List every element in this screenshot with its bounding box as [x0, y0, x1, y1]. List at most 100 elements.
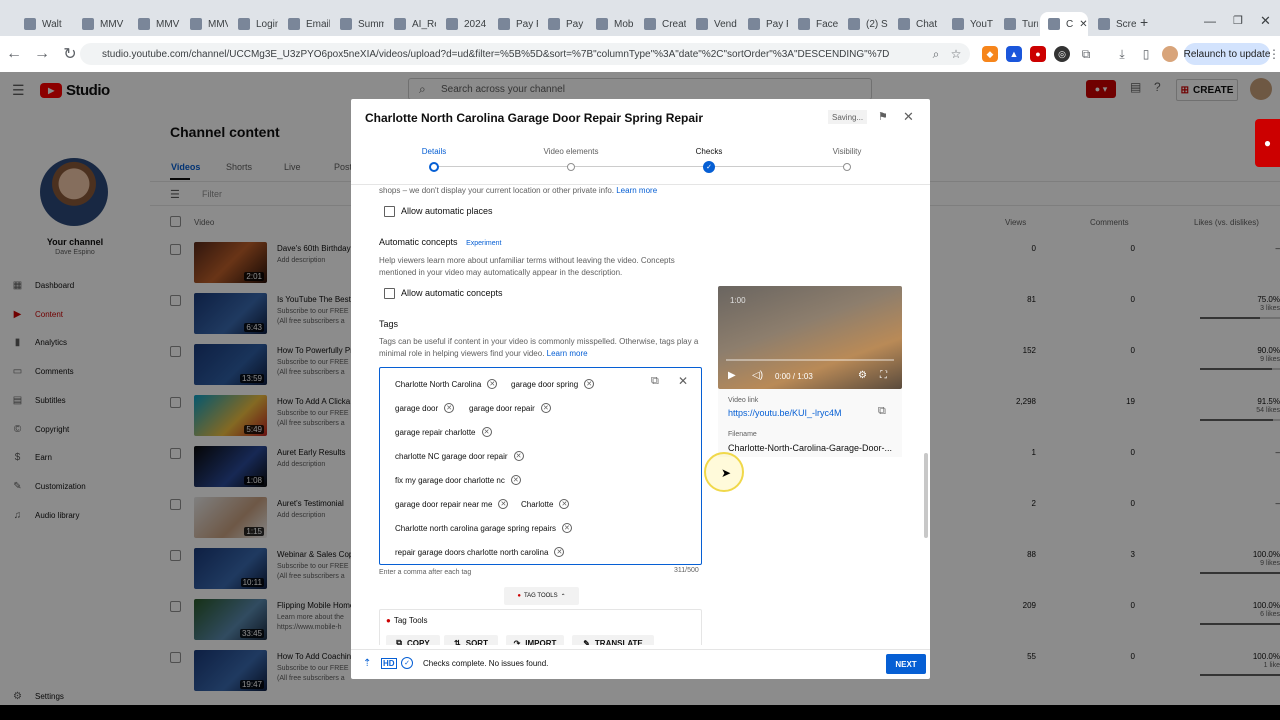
copy-link-icon[interactable]: ⧉	[878, 405, 886, 418]
next-button[interactable]: NEXT	[886, 654, 926, 674]
hd-status-icon[interactable]: HD	[381, 658, 397, 669]
tag-tool-copy-button[interactable]: ⧉ COPY	[386, 635, 440, 645]
browser-tab[interactable]: Email	[280, 12, 330, 36]
step-complete-check-icon[interactable]: ✓	[703, 161, 715, 173]
browser-tab[interactable]: MMV	[74, 12, 128, 36]
browser-tab[interactable]: Pay P	[540, 12, 586, 36]
browser-tab[interactable]: MMV	[182, 12, 228, 36]
remove-tag-icon[interactable]: ✕	[487, 379, 498, 389]
tag-chip[interactable]: repair garage doors charlotte north caro…	[384, 543, 570, 561]
browser-tab[interactable]: Scree	[1090, 12, 1136, 36]
tubebuddy-side-tab[interactable]: ●	[1255, 119, 1280, 167]
browser-tab[interactable]: (2) S	[840, 12, 888, 36]
browser-tab[interactable]: C ✕	[1040, 12, 1088, 36]
tag-tool-translate-button[interactable]: ✎ TRANSLATE	[572, 635, 654, 645]
tag-chip[interactable]: Charlotte ✕	[510, 495, 575, 513]
tag-chip[interactable]: Charlotte north carolina garage spring r…	[384, 519, 577, 537]
browser-tab[interactable]: 2024	[438, 12, 488, 36]
step-dot[interactable]	[429, 162, 439, 172]
step-details[interactable]: Details	[394, 147, 474, 156]
remove-tag-icon[interactable]: ✕	[481, 427, 492, 437]
tag-chip[interactable]: garage door ✕	[384, 399, 460, 417]
browser-tab[interactable]: Faceb	[790, 12, 838, 36]
side-panel-icon[interactable]: ▯	[1138, 46, 1154, 62]
remove-tag-icon[interactable]: ✕	[559, 499, 570, 509]
search-page-icon[interactable]: ⌕	[928, 46, 944, 62]
fullscreen-icon[interactable]: ⛶	[880, 370, 887, 381]
dialog-scrollbar[interactable]	[924, 453, 928, 538]
step-visibility[interactable]: Visibility	[807, 147, 887, 156]
address-bar[interactable]: studio.youtube.com/channel/UCCMg3E_U3zPY…	[80, 43, 970, 65]
tags-learn-more-link[interactable]: Learn more	[547, 349, 588, 358]
browser-tab[interactable]: Pay P	[740, 12, 788, 36]
video-settings-icon[interactable]: ⚙	[858, 370, 867, 381]
metamask-icon[interactable]: ◆	[982, 46, 998, 62]
step-checks[interactable]: Checks	[669, 147, 749, 156]
remove-tag-icon[interactable]: ✕	[561, 523, 572, 533]
seek-bar[interactable]	[726, 359, 894, 361]
profile-avatar-icon[interactable]	[1162, 46, 1178, 62]
openai-icon[interactable]: ◎	[1054, 46, 1070, 62]
browser-tab[interactable]: Vend	[688, 12, 738, 36]
remove-tag-icon[interactable]: ✕	[540, 403, 551, 413]
feedback-flag-icon[interactable]: ⚑	[878, 110, 888, 123]
close-tab-icon[interactable]: ✕	[1079, 19, 1087, 30]
remove-tag-icon[interactable]: ✕	[584, 379, 595, 389]
tag-chip[interactable]: garage repair charlotte ✕	[384, 423, 497, 441]
step-dot[interactable]	[843, 163, 851, 171]
play-icon[interactable]: ▶	[728, 370, 736, 381]
browser-menu-icon[interactable]: ⋮	[1268, 46, 1280, 62]
remove-tag-icon[interactable]: ✕	[510, 475, 521, 485]
allow-concepts-checkbox[interactable]	[384, 288, 395, 299]
upload-status-icon[interactable]: ⇡	[363, 658, 371, 669]
copy-tags-icon[interactable]: ⧉	[651, 375, 659, 388]
browser-tab[interactable]: MMV	[130, 12, 180, 36]
browser-tab[interactable]: Summ	[332, 12, 384, 36]
browser-tab[interactable]: AI_Re	[386, 12, 436, 36]
tag-chip[interactable]: garage door spring ✕	[500, 375, 600, 393]
browser-tab[interactable]: Walt	[16, 12, 72, 36]
tag-tool-sort-button[interactable]: ⇅ SORT	[444, 635, 498, 645]
browser-tab[interactable]: Pay P	[490, 12, 538, 36]
tubebuddy-icon[interactable]: ●	[1030, 46, 1046, 62]
tags-input[interactable]: ⧉ ✕ Charlotte North Carolina ✕ garage door…	[379, 367, 702, 565]
browser-tab[interactable]: Creat	[636, 12, 686, 36]
extensions-puzzle-icon[interactable]: ⧉	[1078, 46, 1094, 62]
step-video-elements[interactable]: Video elements	[531, 147, 611, 156]
browser-tab[interactable]: Chat	[890, 12, 942, 36]
step-dot[interactable]	[567, 163, 575, 171]
tag-tool-import-button[interactable]: ↷ IMPORT	[506, 635, 564, 645]
close-dialog-icon[interactable]: ✕	[903, 109, 914, 125]
remove-tag-icon[interactable]: ✕	[444, 403, 455, 413]
tag-chip[interactable]: fix my garage door charlotte nc ✕	[384, 471, 526, 489]
browser-tab[interactable]: YouT	[944, 12, 994, 36]
browser-tab[interactable]: Login	[230, 12, 278, 36]
browser-tab[interactable]: Turn	[996, 12, 1038, 36]
browser-tab[interactable]: Mobi	[588, 12, 634, 36]
tag-chip[interactable]: charlotte NC garage door repair ✕	[384, 447, 529, 465]
remove-tag-icon[interactable]: ✕	[554, 547, 565, 557]
learn-more-link[interactable]: Learn more	[616, 186, 657, 195]
video-link[interactable]: https://youtu.be/KUI_-lryc4M	[728, 408, 842, 418]
relaunch-button[interactable]: Relaunch to update	[1184, 43, 1270, 65]
forward-icon[interactable]: →	[28, 40, 56, 68]
close-window-icon[interactable]: ✕	[1260, 13, 1271, 29]
new-tab-icon[interactable]: +	[1140, 14, 1148, 30]
download-icon[interactable]: ⤓	[1114, 46, 1130, 62]
minimize-icon[interactable]: —	[1204, 14, 1216, 28]
video-preview[interactable]: 1:00 ▶ ◁) 0:00 / 1:03 ⚙ ⛶	[718, 286, 902, 389]
tag-chip[interactable]: garage door repair near me ✕	[384, 495, 514, 513]
maximize-icon[interactable]: ❐	[1233, 14, 1243, 27]
remove-tag-icon[interactable]: ✕	[498, 499, 509, 509]
extension-icon[interactable]: ▲	[1006, 46, 1022, 62]
tag-tools-button[interactable]: ● TAG TOOLS ⌃	[504, 587, 579, 605]
allow-places-checkbox[interactable]	[384, 206, 395, 217]
back-icon[interactable]: ←	[0, 40, 28, 68]
checks-status-icon[interactable]: ✓	[401, 657, 413, 669]
clear-tags-icon[interactable]: ✕	[678, 374, 688, 388]
bookmark-star-icon[interactable]: ☆	[948, 46, 964, 62]
remove-tag-icon[interactable]: ✕	[513, 451, 524, 461]
tag-chip[interactable]: garage door repair ✕	[458, 399, 556, 417]
volume-icon[interactable]: ◁)	[752, 370, 763, 381]
tag-chip[interactable]: Charlotte North Carolina ✕	[384, 375, 503, 393]
